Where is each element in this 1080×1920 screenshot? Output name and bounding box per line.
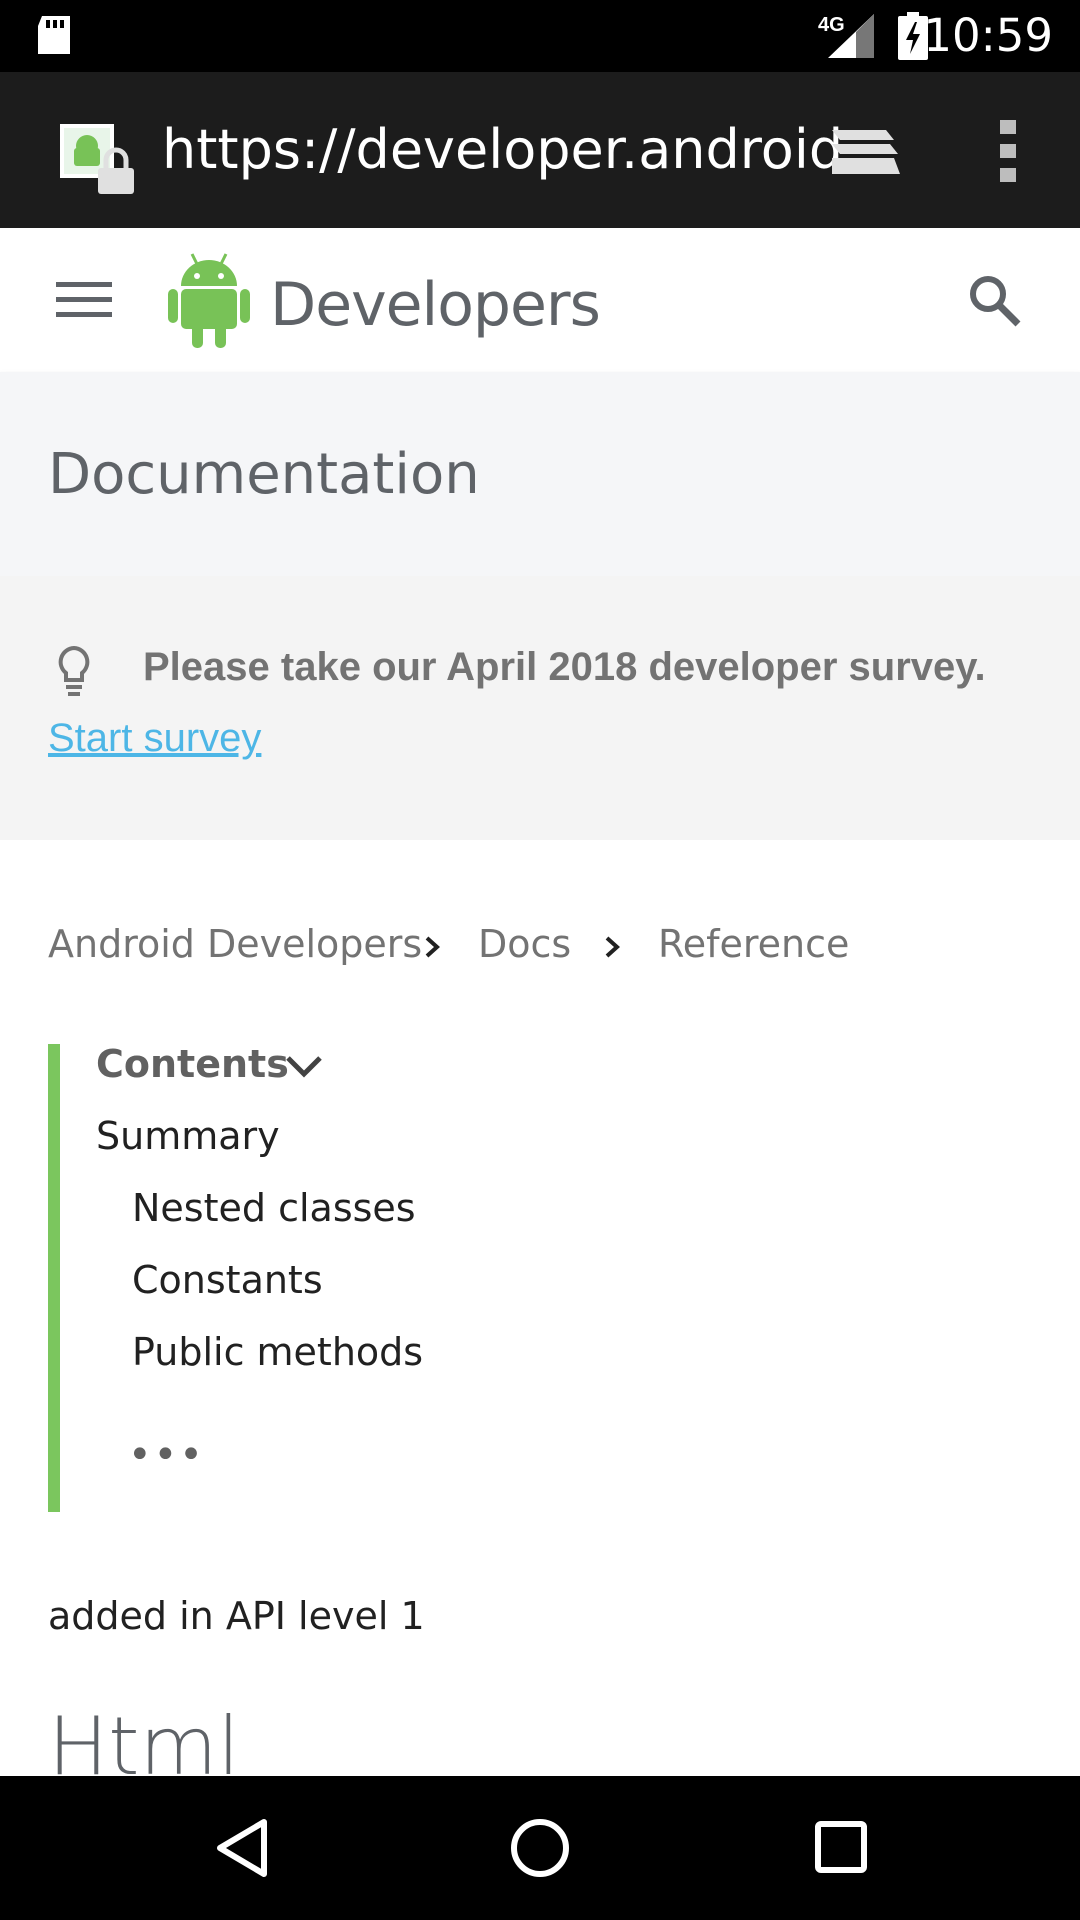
contents-title[interactable]: Contents <box>96 1042 289 1086</box>
navigation-bar <box>0 1776 1080 1920</box>
breadcrumb-android-developers[interactable]: Android Developers <box>48 922 422 966</box>
toc-summary[interactable]: Summary <box>96 1114 280 1158</box>
status-bar: 4G 10:59 <box>0 0 1080 72</box>
clock: 10:59 <box>923 9 1053 62</box>
site-security-icon[interactable] <box>58 122 134 194</box>
recents-icon[interactable] <box>812 1818 868 1878</box>
chevron-right-icon <box>425 936 440 958</box>
browser-toolbar: https://developer.android <box>0 72 1080 228</box>
breadcrumb-reference[interactable]: Reference <box>658 922 849 966</box>
section-header: Documentation <box>0 372 1080 576</box>
breadcrumb-docs[interactable]: Docs <box>478 922 571 966</box>
brand-name[interactable]: Developers <box>270 270 601 340</box>
android-logo-icon[interactable] <box>164 250 254 350</box>
chevron-right-icon <box>605 936 620 958</box>
hamburger-menu-icon[interactable] <box>56 280 112 320</box>
url-bar[interactable]: https://developer.android <box>162 118 843 181</box>
chevron-down-icon[interactable] <box>284 1052 324 1082</box>
survey-message: Please take our April 2018 developer sur… <box>143 645 986 689</box>
site-header: Developers <box>0 228 1080 372</box>
lightbulb-icon <box>58 645 90 696</box>
toc-nested-classes[interactable]: Nested classes <box>132 1186 416 1230</box>
overflow-menu-icon[interactable] <box>996 118 1020 184</box>
contents-accent-bar <box>48 1044 60 1512</box>
toc-public-methods[interactable]: Public methods <box>132 1330 423 1374</box>
start-survey-link[interactable]: Start survey <box>48 716 261 761</box>
api-level-label: added in API level 1 <box>48 1594 425 1638</box>
toc-constants[interactable]: Constants <box>132 1258 323 1302</box>
signal-icon <box>828 14 874 58</box>
toc-more[interactable]: ••• <box>128 1432 205 1478</box>
section-title: Documentation <box>48 442 480 507</box>
survey-banner: Please take our April 2018 developer sur… <box>0 576 1080 840</box>
search-icon[interactable] <box>966 272 1022 328</box>
sd-card-icon <box>38 16 70 54</box>
home-icon[interactable] <box>508 1816 572 1880</box>
tabs-icon[interactable] <box>828 120 902 180</box>
back-icon[interactable] <box>212 1816 272 1880</box>
